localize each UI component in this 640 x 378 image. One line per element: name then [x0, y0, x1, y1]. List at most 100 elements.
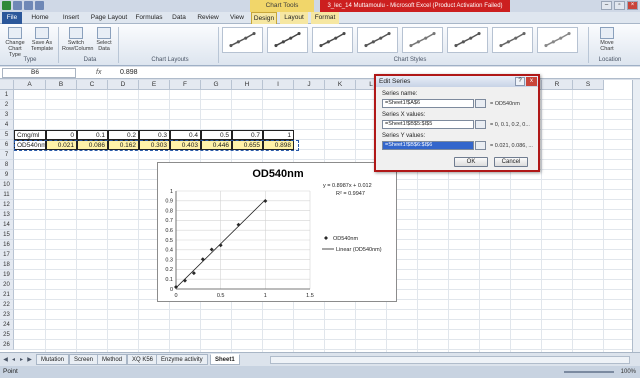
column-header[interactable]: S [573, 80, 604, 90]
row-header[interactable]: 6 [0, 140, 14, 150]
minimize-button[interactable]: – [601, 1, 612, 10]
row-header[interactable]: 15 [0, 230, 14, 240]
cell-od540[interactable]: 0.446 [201, 140, 232, 150]
switch-row-column-button[interactable]: Switch Row/Column [62, 27, 93, 52]
row-header[interactable]: 25 [0, 330, 14, 340]
row-header[interactable]: 18 [0, 260, 14, 270]
tab-page-layout[interactable]: Page Layout [88, 12, 130, 24]
tab-formulas[interactable]: Formulas [133, 12, 165, 24]
row-header[interactable]: 3 [0, 110, 14, 120]
chart-style-thumbnail[interactable] [537, 27, 578, 53]
select-all-corner[interactable] [0, 80, 14, 90]
row-header[interactable]: 21 [0, 290, 14, 300]
undo-icon[interactable] [24, 1, 33, 10]
chart-style-thumbnail[interactable] [402, 27, 443, 53]
sheet-tab[interactable]: XQ K56 [127, 354, 159, 365]
row-header[interactable]: 9 [0, 170, 14, 180]
sheet-tab[interactable]: Sheet1 [210, 354, 240, 365]
row-header[interactable]: 10 [0, 180, 14, 190]
tab-format[interactable]: Format [311, 12, 339, 24]
row-header[interactable]: 7 [0, 150, 14, 160]
cell-concentration[interactable]: 1 [263, 130, 294, 140]
fx-icon[interactable]: fx [96, 67, 101, 79]
row-header[interactable]: 11 [0, 190, 14, 200]
column-header[interactable]: E [139, 80, 170, 90]
column-header[interactable]: H [232, 80, 263, 90]
chart-style-thumbnail[interactable] [222, 27, 263, 53]
tab-review[interactable]: Review [194, 12, 222, 24]
cell-od540[interactable]: 0.655 [232, 140, 263, 150]
column-header[interactable]: C [77, 80, 108, 90]
row-header[interactable]: 2 [0, 100, 14, 110]
prev-sheet-icon[interactable]: ◂ [10, 356, 17, 364]
series-y-values-input[interactable]: =Sheet1!$B$6:$I$6 [382, 141, 474, 150]
cell-od540[interactable]: 0.086 [77, 140, 108, 150]
column-header[interactable]: J [294, 80, 325, 90]
row-header[interactable]: 12 [0, 200, 14, 210]
zoom-slider[interactable] [564, 371, 614, 373]
row-header[interactable]: 19 [0, 270, 14, 280]
row-header[interactable]: 4 [0, 120, 14, 130]
tab-home[interactable]: Home [26, 12, 54, 24]
cell-od540[interactable]: 0.403 [170, 140, 201, 150]
column-header[interactable]: D [108, 80, 139, 90]
row-header[interactable]: 8 [0, 160, 14, 170]
sheet-tab[interactable]: Method [97, 354, 128, 365]
cell-concentration[interactable]: 0.7 [232, 130, 263, 140]
dialog-close-button[interactable]: x [526, 77, 537, 86]
next-sheet-icon[interactable]: ▸ [18, 356, 25, 364]
chart-style-thumbnail[interactable] [492, 27, 533, 53]
collapse-dialog-button[interactable] [475, 99, 486, 108]
row-header[interactable]: 5 [0, 130, 14, 140]
sheet-tab[interactable]: Screen [69, 354, 99, 365]
cell-a5[interactable]: Cmg/ml [14, 130, 46, 140]
save-as-template-button[interactable]: Save As Template [29, 27, 55, 52]
row-header[interactable]: 24 [0, 320, 14, 330]
row-header[interactable]: 13 [0, 210, 14, 220]
cell-concentration[interactable]: 0 [46, 130, 77, 140]
close-button[interactable]: × [627, 1, 638, 10]
column-header[interactable]: K [325, 80, 356, 90]
first-sheet-icon[interactable]: ◀ [2, 356, 9, 364]
help-button[interactable]: ? [515, 77, 525, 86]
series-name-input[interactable]: =Sheet1!$A$6 [382, 99, 474, 108]
chart-style-thumbnail[interactable] [312, 27, 353, 53]
collapse-dialog-button[interactable] [475, 141, 486, 150]
column-header[interactable]: R [542, 80, 573, 90]
formula-input[interactable]: 0.898 [120, 67, 138, 79]
tab-insert[interactable]: Insert [58, 12, 84, 24]
move-chart-button[interactable]: Move Chart [594, 27, 620, 52]
last-sheet-icon[interactable]: ▶ [26, 356, 33, 364]
cell-concentration[interactable]: 0.2 [108, 130, 139, 140]
chart-style-thumbnail[interactable] [267, 27, 308, 53]
tab-layout[interactable]: Layout [280, 12, 308, 24]
column-header[interactable]: I [263, 80, 294, 90]
cell-concentration[interactable]: 0.1 [77, 130, 108, 140]
row-header[interactable]: 1 [0, 90, 14, 100]
change-chart-type-button[interactable]: Change Chart Type [2, 27, 28, 58]
vertical-scrollbar[interactable] [632, 80, 640, 352]
row-header[interactable]: 14 [0, 220, 14, 230]
horizontal-scrollbar[interactable] [270, 356, 630, 364]
cell-od540[interactable]: 0.303 [139, 140, 170, 150]
column-header[interactable]: A [14, 80, 46, 90]
column-header[interactable]: B [46, 80, 77, 90]
cell-concentration[interactable]: 0.3 [139, 130, 170, 140]
collapse-dialog-button[interactable] [475, 120, 486, 129]
tab-file[interactable]: File [2, 12, 22, 24]
series-x-values-input[interactable]: =Sheet1!$B$5:$I$5 [382, 120, 474, 129]
row-header[interactable]: 26 [0, 340, 14, 350]
save-icon[interactable] [13, 1, 22, 10]
tab-design[interactable]: Design [251, 12, 277, 24]
cell-concentration[interactable]: 0.4 [170, 130, 201, 140]
sheet-tab[interactable]: Mutation [36, 354, 70, 365]
cell-od540[interactable]: 0.898 [263, 140, 294, 150]
row-header[interactable]: 23 [0, 310, 14, 320]
embedded-chart[interactable]: OD540nm y = 0.8987x + 0.012 R² = 0.9947 … [157, 162, 397, 302]
cell-concentration[interactable]: 0.5 [201, 130, 232, 140]
maximize-button[interactable]: ▫ [614, 1, 625, 10]
select-data-button[interactable]: Select Data [92, 27, 116, 52]
cell-od540[interactable]: 0.021 [46, 140, 77, 150]
column-header[interactable]: G [201, 80, 232, 90]
cancel-button[interactable]: Cancel [494, 157, 528, 167]
